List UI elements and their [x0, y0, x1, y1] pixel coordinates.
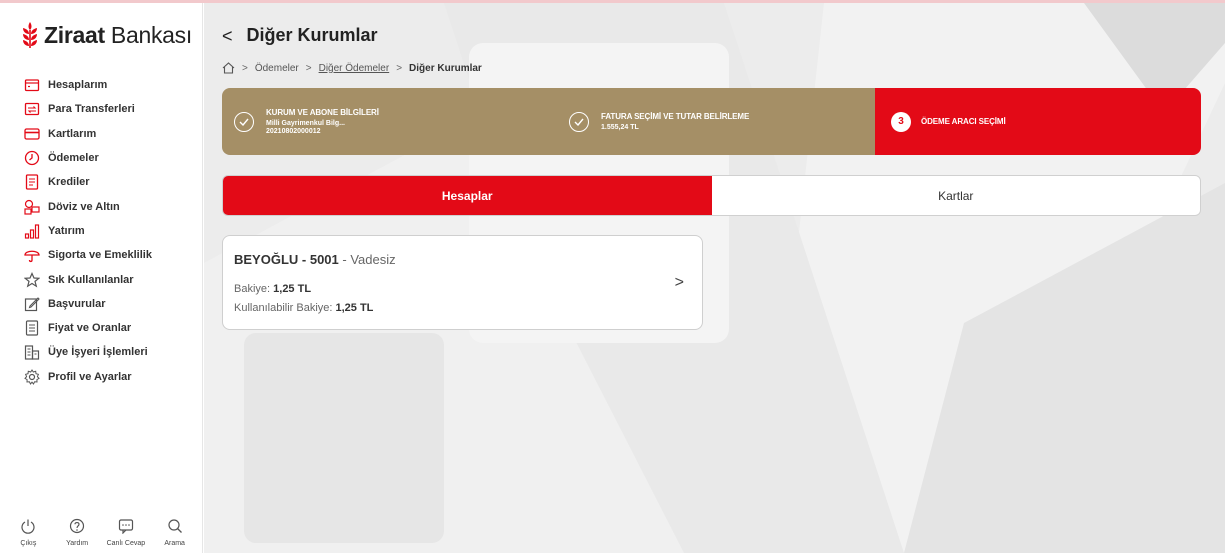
chevron-right-icon: >	[674, 274, 684, 291]
list-icon	[24, 320, 40, 336]
step-title: KURUM VE ABONE BİLGİLERİ	[266, 108, 379, 117]
breadcrumb-diger-kurumlar: Diğer Kurumlar	[409, 62, 482, 74]
sidebar-item-kartlarim[interactable]: Kartlarım	[24, 122, 199, 146]
chat-icon	[118, 519, 133, 534]
logout-label: Çıkış	[20, 540, 37, 547]
sidebar: Ziraat Bankası Hesaplarım Para Transferl…	[0, 3, 203, 553]
bar-chart-icon	[24, 223, 40, 239]
brand-name: Ziraat Bankası	[44, 21, 192, 48]
check-icon	[234, 111, 254, 132]
step-number: 3	[891, 111, 911, 132]
bottom-toolbar: Çıkış Yardım Canlı Cevap Arama	[0, 518, 203, 547]
account-balance: Bakiye: 1,25 TL	[234, 283, 312, 295]
account-card[interactable]: BEYOĞLU - 5001 - Vadesiz Bakiye: 1,25 TL…	[222, 235, 703, 330]
tab-kartlar[interactable]: Kartlar	[711, 176, 1200, 215]
sidebar-item-profil-ve-ayarlar[interactable]: Profil ve Ayarlar	[24, 365, 199, 389]
wheat-logo-icon	[20, 21, 40, 49]
breadcrumb-odemeler[interactable]: Ödemeler	[255, 63, 299, 74]
home-icon[interactable]	[222, 62, 235, 74]
help-label: Yardım	[66, 540, 89, 547]
sidebar-item-fiyat-ve-oranlar[interactable]: Fiyat ve Oranlar	[24, 316, 199, 340]
back-button[interactable]: <	[222, 27, 233, 45]
check-icon	[569, 111, 589, 132]
step-subtitle: Milli Gayrimenkul Bilg...	[266, 120, 345, 127]
sidebar-item-krediler[interactable]: Krediler	[24, 170, 199, 194]
sidebar-item-label: Profil ve Ayarlar	[48, 370, 132, 383]
sidebar-item-label: Başvurular	[48, 297, 106, 310]
search-label: Arama	[164, 540, 185, 547]
brand-logo[interactable]: Ziraat Bankası	[20, 21, 192, 49]
help-icon	[70, 518, 85, 534]
building-icon	[24, 344, 40, 361]
exchange-icon	[24, 199, 40, 215]
gear-icon	[24, 368, 40, 385]
page-header: < Diğer Kurumlar	[222, 25, 378, 46]
breadcrumb-separator: >	[242, 62, 248, 74]
clock-icon	[24, 150, 40, 166]
sidebar-item-uye-isyeri-islemleri[interactable]: Üye İşyeri İşlemleri	[24, 340, 199, 364]
sidebar-item-label: Ödemeler	[48, 152, 99, 165]
sidebar-item-label: Fiyat ve Oranlar	[48, 322, 132, 335]
step-title: ÖDEME ARACI SEÇİMİ	[921, 117, 1006, 126]
step-amount: 1.555,24 TL	[601, 124, 639, 131]
step-kurum-ve-abone[interactable]: KURUM VE ABONE BİLGİLERİ Milli Gayrimenk…	[222, 88, 557, 155]
account-available-balance: Kullanılabilir Bakiye: 1,25 TL	[234, 302, 374, 314]
transfer-icon	[24, 101, 40, 117]
breadcrumb-separator: >	[396, 62, 403, 74]
account-branch: BEYOĞLU - 5001	[234, 252, 339, 267]
sidebar-item-label: Döviz ve Altın	[48, 200, 120, 213]
power-icon	[21, 519, 35, 534]
live-chat-label: Canlı Cevap	[106, 540, 146, 547]
sidebar-item-label: Sigorta ve Emeklilik	[48, 249, 152, 262]
sidebar-item-doviz-ve-altin[interactable]: Döviz ve Altın	[24, 194, 199, 218]
star-icon	[24, 271, 40, 288]
account-title: BEYOĞLU - 5001 - Vadesiz	[234, 252, 396, 267]
tab-hesaplar[interactable]: Hesaplar	[223, 176, 712, 215]
sidebar-item-label: Sık Kullanılanlar	[48, 273, 134, 286]
breadcrumb-diger-odemeler[interactable]: Diğer Ödemeler	[319, 63, 390, 74]
search-button[interactable]: Arama	[153, 518, 197, 547]
sidebar-item-label: Kartlarım	[48, 127, 97, 140]
sidebar-item-para-transferleri[interactable]: Para Transferleri	[24, 97, 199, 121]
card-icon	[24, 126, 40, 142]
step-odeme-araci-secimi[interactable]: 3 ÖDEME ARACI SEÇİMİ	[875, 88, 1201, 155]
main-content: < Diğer Kurumlar > Ödemeler > Diğer Ödem…	[204, 3, 1225, 553]
sidebar-item-label: Üye İşyeri İşlemleri	[48, 346, 148, 359]
help-button[interactable]: Yardım	[55, 518, 99, 547]
sidebar-item-label: Para Transferleri	[48, 103, 135, 116]
step-fatura-secimi[interactable]: FATURA SEÇİMİ VE TUTAR BELİRLEME 1.555,2…	[557, 88, 875, 155]
payment-source-tabs: Hesaplar Kartlar	[222, 175, 1201, 216]
step-subscriber-number: 20210802000012	[266, 128, 321, 135]
sidebar-item-label: Hesaplarım	[48, 79, 108, 92]
breadcrumb-separator: >	[305, 62, 312, 74]
search-icon	[168, 519, 182, 533]
sidebar-item-basvurular[interactable]: Başvurular	[24, 292, 199, 316]
page-title: Diğer Kurumlar	[246, 25, 378, 45]
account-type: - Vadesiz	[338, 252, 396, 267]
sidebar-item-sigorta-ve-emeklilik[interactable]: Sigorta ve Emeklilik	[24, 243, 199, 267]
breadcrumb: > Ödemeler > Diğer Ödemeler > Diğer Kuru…	[222, 62, 482, 74]
live-chat-button[interactable]: Canlı Cevap	[104, 518, 148, 547]
sidebar-item-odemeler[interactable]: Ödemeler	[24, 146, 199, 170]
document-icon	[24, 174, 40, 190]
sidebar-item-hesaplarim[interactable]: Hesaplarım	[24, 73, 199, 97]
sidebar-item-sik-kullanilanlar[interactable]: Sık Kullanılanlar	[24, 267, 199, 291]
step-title: FATURA SEÇİMİ VE TUTAR BELİRLEME	[601, 112, 750, 121]
umbrella-icon	[24, 247, 40, 263]
sidebar-item-yatirim[interactable]: Yatırım	[24, 219, 199, 243]
logout-button[interactable]: Çıkış	[6, 518, 50, 547]
sidebar-item-label: Yatırım	[48, 224, 85, 237]
payment-stepper: KURUM VE ABONE BİLGİLERİ Milli Gayrimenk…	[222, 88, 1201, 155]
folder-icon	[24, 77, 40, 93]
sidebar-nav: Hesaplarım Para Transferleri Kartlarım Ö…	[24, 73, 199, 389]
sidebar-item-label: Krediler	[48, 176, 90, 189]
edit-icon	[24, 296, 40, 312]
